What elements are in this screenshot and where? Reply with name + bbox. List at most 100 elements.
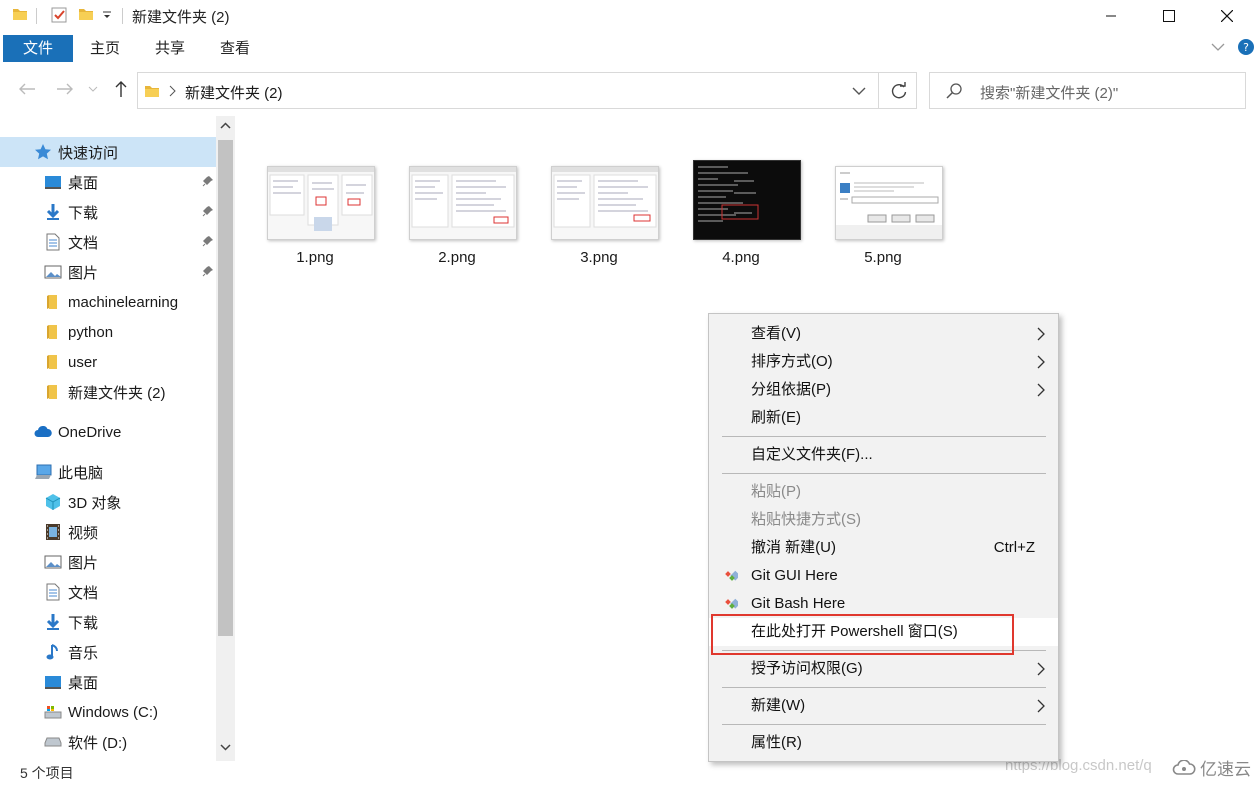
folder-icon [44,353,62,371]
folder-icon [44,383,62,401]
close-button[interactable] [1198,0,1256,32]
menu-item-refresh[interactable]: 刷新(E) [709,404,1058,432]
menu-item-view[interactable]: 查看(V) [709,320,1058,348]
sidebar-item-downloads-pc[interactable]: 下载 [44,607,214,637]
properties-icon[interactable] [50,6,68,24]
submenu-arrow-icon [1037,355,1046,369]
folder-icon [12,6,28,22]
pin-icon[interactable] [202,265,214,277]
download-icon [44,613,62,631]
pin-icon[interactable] [202,205,214,217]
sidebar-item-desktop[interactable]: 桌面 [44,167,214,197]
file-item[interactable]: 1.png [255,160,375,280]
menu-item-properties[interactable]: 属性(R) [709,729,1058,757]
sidebar-item-pictures[interactable]: 图片 [44,257,214,287]
sidebar-item-3d-objects[interactable]: 3D 对象 [44,487,214,517]
forward-button[interactable] [54,78,76,100]
new-folder-icon[interactable] [78,6,94,22]
sidebar-item-videos[interactable]: 视频 [44,517,214,547]
file-name: 4.png [722,249,760,266]
git-icon [722,568,738,584]
sidebar-item-documents-pc[interactable]: 文档 [44,577,214,607]
address-bar[interactable]: 新建文件夹 (2) [137,72,917,109]
pin-icon[interactable] [202,235,214,247]
submenu-arrow-icon [1037,327,1046,341]
submenu-arrow-icon [1037,662,1046,676]
submenu-arrow-icon [1037,383,1046,397]
context-menu: 查看(V) 排序方式(O) 分组依据(P) 刷新(E) 自定义文件夹(F)...… [708,313,1059,762]
sidebar-item-drive-d[interactable]: 软件 (D:) [44,727,214,757]
scroll-down-icon[interactable] [220,744,231,751]
documents-icon [44,583,62,601]
sidebar-item-onedrive[interactable]: OneDrive [34,417,214,447]
menu-item-customize-folder[interactable]: 自定义文件夹(F)... [709,441,1058,469]
divider [122,8,123,24]
recent-locations-button[interactable] [86,78,100,100]
ribbon: 文件 主页 共享 查看 ? [0,32,1260,64]
file-thumbnail [409,166,517,240]
file-thumbnail [267,166,375,240]
menu-item-paste-shortcut: 粘贴快捷方式(S) [751,511,861,528]
menu-item-give-access[interactable]: 授予访问权限(G) [709,655,1058,683]
scrollbar-thumb[interactable] [218,140,233,636]
file-item[interactable]: 3.png [539,160,659,280]
maximize-button[interactable] [1140,0,1198,32]
star-icon [34,143,52,161]
desktop-icon [44,673,62,691]
pin-icon[interactable] [202,175,214,187]
git-icon [722,596,738,612]
menu-separator [722,687,1046,688]
sidebar-item-quick-access[interactable]: 快速访问 [34,137,214,167]
3d-objects-icon [44,493,62,511]
music-icon [44,643,62,661]
file-thumbnail [693,160,801,240]
sidebar-item-pictures-pc[interactable]: 图片 [44,547,214,577]
divider [878,73,879,108]
sidebar-item-new-folder-2[interactable]: 新建文件夹 (2) [44,377,214,407]
refresh-icon[interactable] [890,82,908,100]
divider [36,8,37,24]
sidebar-item-music[interactable]: 音乐 [44,637,214,667]
tab-share[interactable]: 共享 [145,35,195,62]
status-item-count: 5 个项目 [20,765,74,781]
drive-c-icon [44,703,62,721]
tab-view[interactable]: 查看 [210,35,260,62]
menu-item-git-gui[interactable]: Git GUI Here [709,562,1058,590]
file-item[interactable]: 4.png [681,160,801,280]
search-icon [946,83,962,99]
customize-quick-access-icon[interactable] [102,10,112,20]
breadcrumb-chevron-icon[interactable] [168,85,176,97]
svg-text:?: ? [1243,41,1249,54]
search-input[interactable]: 搜索"新建文件夹 (2)" [929,72,1246,109]
sidebar-scrollbar[interactable] [216,116,235,761]
pictures-icon [44,263,62,281]
breadcrumb-current[interactable]: 新建文件夹 (2) [185,82,283,103]
sidebar-item-desktop-pc[interactable]: 桌面 [44,667,214,697]
file-item[interactable]: 2.png [397,160,517,280]
scroll-up-icon[interactable] [220,122,231,129]
sidebar-item-downloads[interactable]: 下载 [44,197,214,227]
back-button[interactable] [16,78,38,100]
expand-ribbon-icon[interactable] [1211,42,1225,52]
window-title: 新建文件夹 (2) [132,9,230,26]
menu-item-sort-by[interactable]: 排序方式(O) [709,348,1058,376]
menu-item-new[interactable]: 新建(W) [709,692,1058,720]
shortcut-label: Ctrl+Z [993,539,1035,556]
sidebar-item-machinelearning[interactable]: machinelearning [44,287,214,317]
folder-icon [144,83,160,99]
file-name: 5.png [864,249,902,266]
tab-home[interactable]: 主页 [80,35,130,62]
help-icon[interactable]: ? [1238,39,1254,55]
sidebar-item-documents[interactable]: 文档 [44,227,214,257]
sidebar-item-drive-c[interactable]: Windows (C:) [44,697,214,727]
menu-item-undo-new[interactable]: 撤消 新建(U) Ctrl+Z [709,534,1058,562]
menu-item-group-by[interactable]: 分组依据(P) [709,376,1058,404]
tab-file[interactable]: 文件 [3,35,73,62]
sidebar-item-user[interactable]: user [44,347,214,377]
up-button[interactable] [110,78,132,100]
address-dropdown-icon[interactable] [852,87,866,96]
minimize-button[interactable] [1082,0,1140,32]
file-item[interactable]: 5.png [823,160,943,280]
sidebar-item-this-pc[interactable]: 此电脑 [34,457,214,487]
sidebar-item-python[interactable]: python [44,317,214,347]
